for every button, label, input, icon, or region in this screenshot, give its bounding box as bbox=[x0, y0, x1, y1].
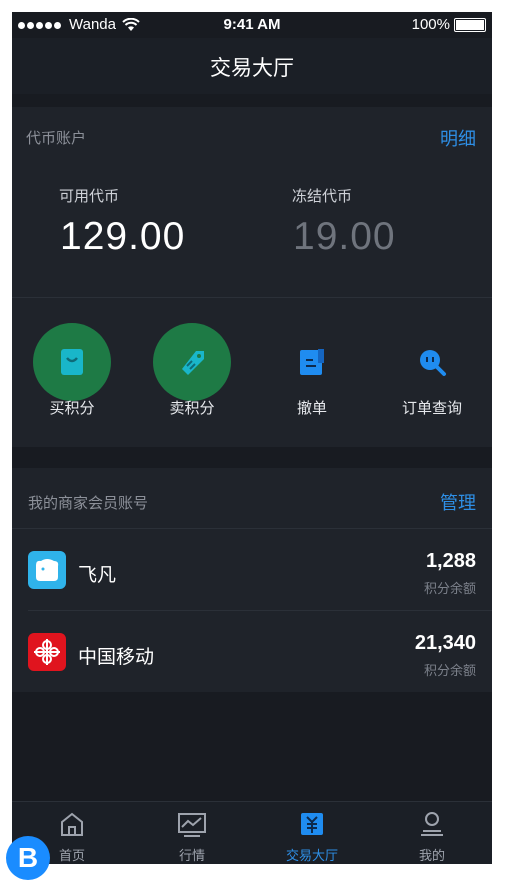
order-query-label: 订单查询 bbox=[401, 400, 462, 417]
sell-points-button[interactable]: 卖积分 bbox=[137, 323, 247, 423]
merchant-name: 飞凡 bbox=[78, 565, 117, 586]
merchant-row-feifan[interactable]: 飞凡 1,288 积分余额 bbox=[12, 530, 492, 610]
battery-icon bbox=[454, 17, 486, 32]
available-label: 可用代币 bbox=[59, 188, 120, 205]
merchant-points-label: 积分余额 bbox=[423, 581, 476, 596]
merchant-accounts-card: 我的商家会员账号 管理 飞凡 1,288 积分余额 中国移动 21,340 积分… bbox=[12, 468, 492, 692]
detail-link[interactable]: 明细 bbox=[440, 125, 476, 151]
trade-icon bbox=[301, 813, 323, 835]
cancel-order-button[interactable]: 撤单 bbox=[257, 323, 367, 423]
account-divider bbox=[12, 297, 492, 298]
merchant-points-label: 积分余额 bbox=[423, 663, 476, 678]
merchant-row-china-mobile[interactable]: 中国移动 21,340 积分余额 bbox=[12, 612, 492, 692]
corner-badge: B bbox=[6, 836, 50, 880]
price-tag-icon bbox=[182, 351, 204, 375]
sell-points-label: 卖积分 bbox=[169, 400, 215, 417]
available-value: 129.00 bbox=[60, 215, 186, 258]
frozen-label: 冻结代币 bbox=[292, 188, 353, 205]
tab-market-label: 行情 bbox=[178, 848, 205, 863]
status-right: 100% bbox=[412, 16, 486, 33]
nav-bar: 交易大厅 bbox=[12, 38, 492, 94]
order-query-button[interactable]: 订单查询 bbox=[377, 323, 487, 423]
merchant-row-divider bbox=[28, 610, 492, 611]
search-icon bbox=[420, 350, 446, 376]
status-bar: Wanda 9:41 AM 100% bbox=[12, 12, 492, 38]
home-icon bbox=[61, 812, 83, 836]
tab-market[interactable]: 行情 bbox=[132, 802, 252, 864]
token-account-card: 代币账户 明细 可用代币 129.00 冻结代币 19.00 买积分 卖积分 撤… bbox=[12, 107, 492, 447]
page-title: 交易大厅 bbox=[210, 57, 294, 80]
tab-trade-hall[interactable]: 交易大厅 bbox=[252, 802, 372, 864]
merchant-points: 1,288 bbox=[425, 550, 476, 572]
tab-trade-hall-label: 交易大厅 bbox=[285, 848, 338, 863]
account-title: 代币账户 bbox=[26, 130, 87, 147]
tab-bar: 首页 行情 交易大厅 我的 bbox=[12, 801, 492, 864]
cancel-order-label: 撤单 bbox=[296, 400, 327, 417]
merchant-points: 21,340 bbox=[414, 632, 476, 654]
frozen-value: 19.00 bbox=[293, 215, 396, 258]
merchant-section-title: 我的商家会员账号 bbox=[28, 495, 149, 512]
buy-points-label: 买积分 bbox=[49, 400, 95, 417]
tab-mine[interactable]: 我的 bbox=[372, 802, 492, 864]
manage-link[interactable]: 管理 bbox=[440, 489, 476, 515]
buy-points-button[interactable]: 买积分 bbox=[17, 323, 127, 423]
shopping-bag-icon bbox=[61, 349, 83, 375]
chart-icon bbox=[178, 813, 206, 837]
china-mobile-logo-icon bbox=[28, 633, 66, 671]
phone-screen: Wanda 9:41 AM 100% 交易大厅 代币账户 明细 可用代币 129… bbox=[12, 12, 492, 864]
cancel-order-icon bbox=[300, 349, 324, 375]
merchant-name: 中国移动 bbox=[78, 647, 155, 668]
tab-mine-label: 我的 bbox=[418, 848, 445, 863]
merchant-header-divider bbox=[12, 528, 492, 529]
feifan-logo-icon bbox=[28, 551, 66, 589]
user-icon bbox=[421, 812, 443, 836]
battery-percent: 100% bbox=[411, 16, 450, 33]
